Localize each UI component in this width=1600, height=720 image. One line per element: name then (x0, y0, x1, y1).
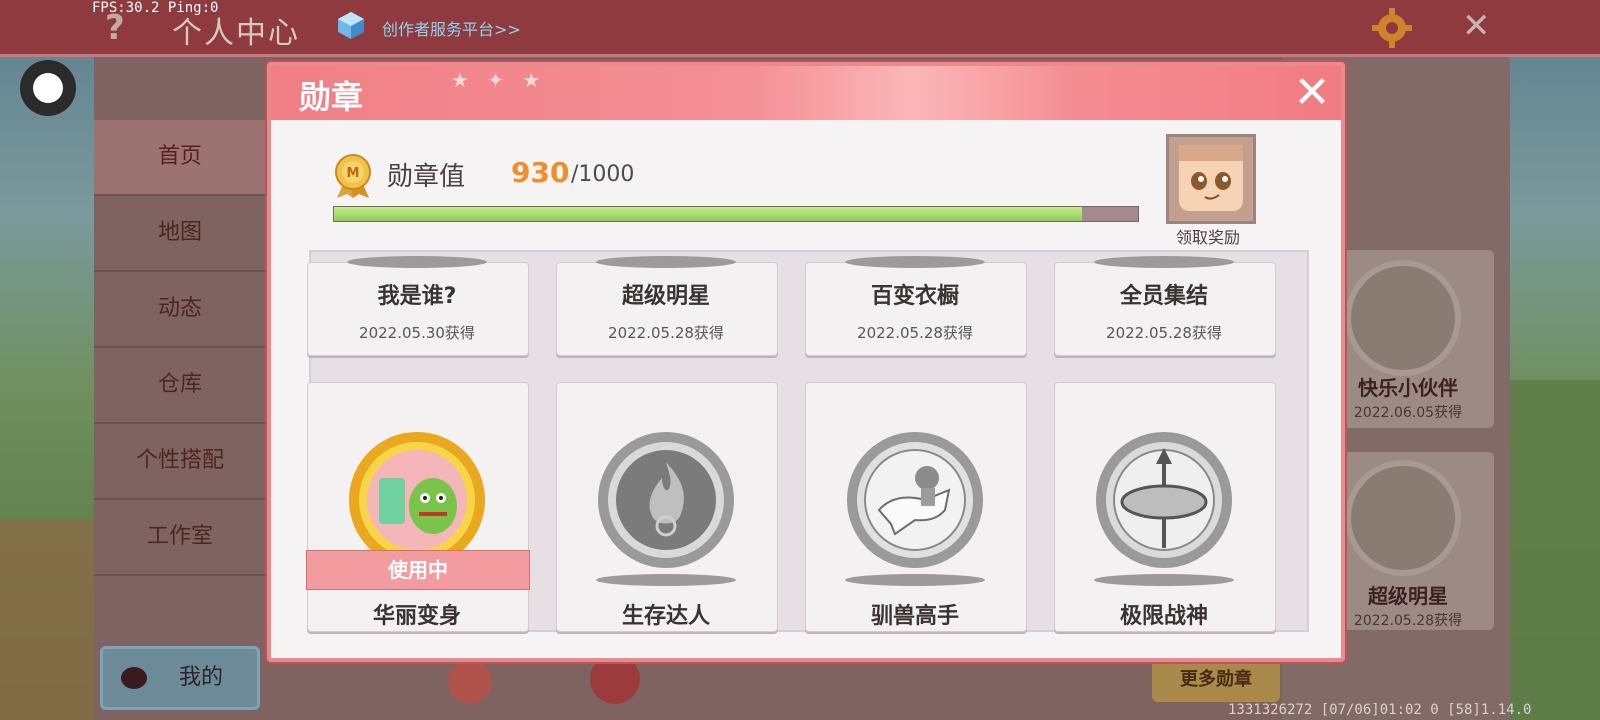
gold-medal-icon (349, 432, 485, 568)
sidebar-item-studio[interactable]: 工作室 (94, 500, 266, 576)
medal-name: 华丽变身 (372, 604, 461, 629)
close-icon[interactable]: ✕ (1462, 6, 1491, 46)
build-info: 1331326272 [07/06]01:02 0 [58]1.14.0 (1228, 702, 1532, 718)
medal-name: 极限战神 (1119, 604, 1208, 629)
svg-text:M: M (347, 166, 360, 181)
sidebar-item-home[interactable]: 首页 (94, 120, 266, 196)
decor-stars: ★ ✦ ★ (451, 68, 547, 92)
record-button[interactable] (20, 60, 76, 116)
sidebar-item-outfit[interactable]: 个性搭配 (94, 424, 266, 500)
side-badge-date: 2022.06.05获得 (1353, 405, 1463, 421)
medal-date: 2022.05.28获得 (608, 324, 724, 342)
sidebar-item-feed[interactable]: 动态 (94, 272, 266, 348)
sidebar-item-map[interactable]: 地图 (94, 196, 266, 272)
terrain-block (0, 520, 95, 720)
medal-name: 我是谁? (377, 284, 457, 309)
medal-name: 超级明星 (621, 284, 710, 309)
medal-shadow (596, 574, 736, 586)
character-face-icon (1179, 145, 1243, 211)
fps-readout: FPS:30.2 Ping:0 (92, 0, 219, 16)
medal-shadow (347, 256, 487, 268)
side-badge-name: 快乐小伙伴 (1358, 376, 1458, 400)
side-badge-name: 超级明星 (1368, 584, 1448, 608)
medal-value-max: /1000 (571, 162, 635, 187)
boss-spear-icon (1096, 432, 1232, 568)
medal-dialog: 勋章 ★ ✦ ★ ✕ M 勋章值 930 /1000 领取奖励 我是谁? 202… (267, 62, 1345, 662)
medal-progress-fill (334, 207, 1082, 221)
reward-avatar[interactable] (1166, 134, 1256, 224)
avatar-dot-icon (121, 667, 147, 689)
gear-icon[interactable] (1370, 6, 1414, 50)
medal-value-label: 勋章值 (387, 162, 466, 192)
beast-rider-icon (847, 432, 983, 568)
creator-platform-link[interactable]: 创作者服务平台>> (382, 16, 521, 40)
medal-shadow (596, 256, 736, 268)
medal-name: 百变衣橱 (870, 284, 959, 309)
side-badge-medal-icon (1345, 460, 1461, 576)
side-badge-date: 2022.05.28获得 (1353, 613, 1463, 629)
me-button[interactable]: 我的 (100, 646, 260, 710)
medal-shadow (1094, 256, 1234, 268)
medal-name: 驯兽高手 (870, 604, 959, 629)
claim-reward-label[interactable]: 领取奖励 (1153, 224, 1263, 248)
edit-icon[interactable] (448, 660, 492, 704)
medal-progress-bar (333, 206, 1139, 222)
in-use-badge: 使用中 (306, 550, 530, 590)
medal-value-icon: M (335, 154, 371, 198)
medal-name: 生存达人 (621, 604, 710, 629)
medal-value-current: 930 (511, 156, 570, 189)
dialog-title: 勋章 (299, 78, 364, 116)
medal-date: 2022.05.28获得 (1106, 324, 1222, 342)
medal-date: 2022.05.28获得 (857, 324, 973, 342)
more-badges-button[interactable]: 更多勋章 (1152, 658, 1280, 702)
medal-shadow (845, 574, 985, 586)
side-badge-medal-icon (1345, 260, 1461, 376)
medal-shadow (845, 256, 985, 268)
medal-name: 全员集结 (1119, 284, 1208, 309)
medal-date: 2022.05.30获得 (359, 324, 475, 342)
dialog-header (271, 66, 1341, 120)
flame-icon (598, 432, 734, 568)
close-dialog-button[interactable]: ✕ (1287, 68, 1337, 118)
medal-shadow (1094, 574, 1234, 586)
cube-icon (338, 12, 364, 39)
sidebar-item-storage[interactable]: 仓库 (94, 348, 266, 424)
